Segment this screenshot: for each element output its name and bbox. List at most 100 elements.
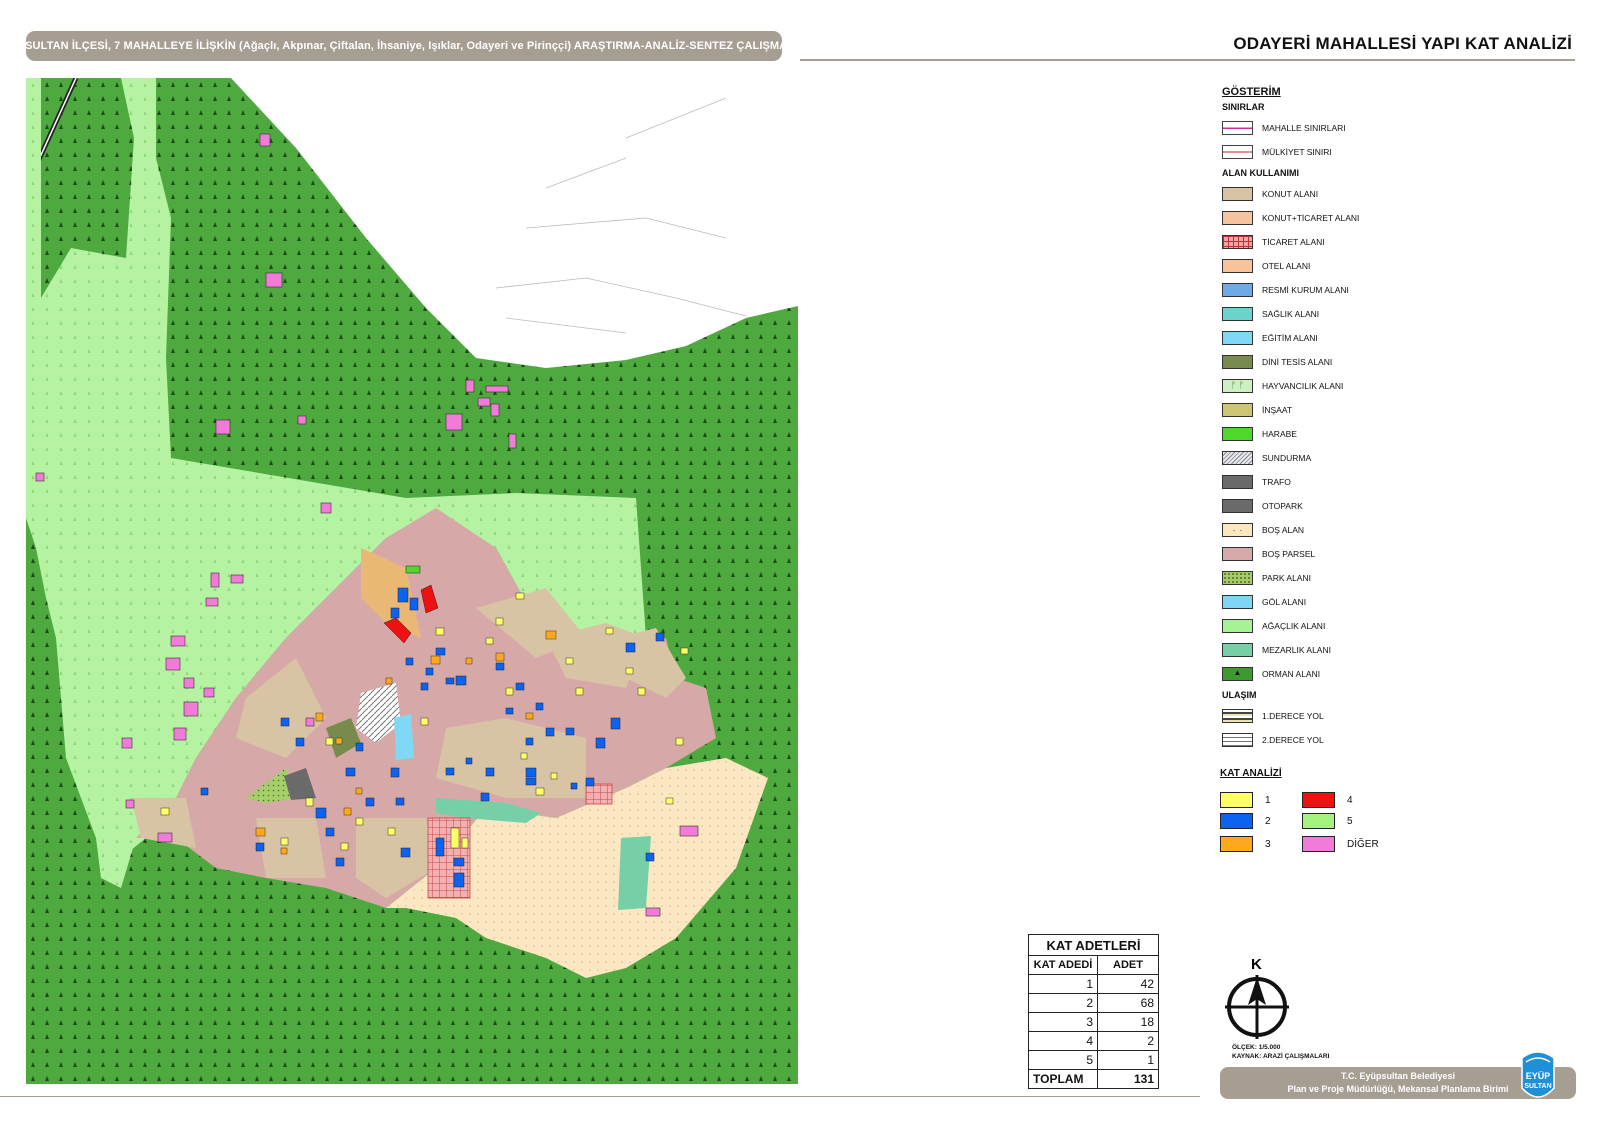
legend-swatch [1222, 121, 1253, 135]
legend-swatch [1222, 307, 1253, 321]
legend-item: . . BOŞ ALAN [1222, 518, 1462, 542]
kat-swatch [1302, 792, 1335, 808]
kat-label: 3 [1265, 838, 1271, 850]
kat-label: DİĞER [1347, 838, 1379, 850]
legend-swatch [1222, 355, 1253, 369]
legend-section-title: ULAŞIM [1222, 690, 1257, 700]
legend-section-title: ALAN KULLANIMI [1222, 168, 1299, 178]
legend-label: TRAFO [1262, 477, 1291, 487]
legend-item: İNŞAAT [1222, 398, 1462, 422]
kat-swatch [1302, 813, 1335, 829]
legend-item: MAHALLE SINIRLARI [1222, 116, 1462, 140]
legend-label: AĞAÇLIK ALANI [1262, 621, 1326, 631]
legend-section-title: SINIRLAR [1222, 102, 1265, 112]
legend: GÖSTERİM SINIRLAR MAHALLE SINIRLARI MÜLK… [1222, 86, 1462, 752]
kat-swatch [1220, 813, 1253, 829]
legend-item: EĞİTİM ALANI [1222, 326, 1462, 350]
legend-label: OTOPARK [1262, 501, 1303, 511]
logo-text-1: EYÜP [1526, 1071, 1551, 1081]
kat-analizi-legend: 1 2 3 4 5 DİĞER [1220, 792, 1420, 872]
legend-swatch [1222, 187, 1253, 201]
legend-label: SUNDURMA [1262, 453, 1312, 463]
legend-label: KONUT ALANI [1262, 189, 1319, 199]
legend-label: MEZARLIK ALANI [1262, 645, 1331, 655]
legend-item: GÖL ALANI [1222, 590, 1462, 614]
legend-swatch [1222, 733, 1253, 747]
legend-swatch [1222, 235, 1253, 249]
kat-item: 4 [1302, 792, 1353, 808]
legend-item: MEZARLIK ALANI [1222, 638, 1462, 662]
legend-label: ORMAN ALANI [1262, 669, 1321, 679]
table-row: 1 42 [1028, 974, 1159, 994]
cell-kat: 3 [1028, 1012, 1098, 1032]
cell-adet: 1 [1097, 1050, 1159, 1070]
cell-kat: 1 [1028, 974, 1098, 994]
legend-label: OTEL ALANI [1262, 261, 1311, 271]
eyupsultan-logo-icon: EYÜP SULTAN [1521, 1051, 1555, 1098]
legend-label: 1.DERECE YOL [1262, 711, 1324, 721]
legend-item: RESMİ KURUM ALANI [1222, 278, 1462, 302]
table-total-row: TOPLAM 131 [1028, 1069, 1159, 1089]
legend-swatch [1222, 211, 1253, 225]
north-letter: K [1251, 956, 1262, 973]
cell-adet: 42 [1097, 974, 1159, 994]
legend-item: SUNDURMA [1222, 446, 1462, 470]
cell-adet: 18 [1097, 1012, 1159, 1032]
kat-swatch [1220, 792, 1253, 808]
legend-swatch [1222, 403, 1253, 417]
legend-label: KONUT+TİCARET ALANI [1262, 213, 1360, 223]
logo-text-2: SULTAN [1524, 1083, 1551, 1090]
legend-label: RESMİ KURUM ALANI [1262, 285, 1349, 295]
legend-label: MAHALLE SINIRLARI [1262, 123, 1346, 133]
legend-swatch [1222, 499, 1253, 513]
table-row: 51 [1028, 1050, 1159, 1070]
legend-item: SAĞLIK ALANI [1222, 302, 1462, 326]
legend-item: 1.DERECE YOL [1222, 704, 1462, 728]
scale-text: ÖLÇEK: 1/5.000 [1232, 1044, 1281, 1051]
legend-item: KONUT+TİCARET ALANI [1222, 206, 1462, 230]
legend-item: KONUT ALANI [1222, 182, 1462, 206]
legend-label: SAĞLIK ALANI [1262, 309, 1320, 319]
legend-swatch [1222, 145, 1253, 159]
kat-label: 1 [1265, 794, 1271, 806]
legend-swatch [1222, 475, 1253, 489]
legend-label: EĞİTİM ALANI [1262, 333, 1318, 343]
legend-swatch [1222, 331, 1253, 345]
kat-label: 2 [1265, 815, 1271, 827]
kat-label: 4 [1347, 794, 1353, 806]
header-divider [800, 59, 1575, 61]
map-canvas[interactable] [26, 78, 798, 1084]
legend-item: BOŞ PARSEL [1222, 542, 1462, 566]
legend-swatch [1222, 547, 1253, 561]
legend-swatch [1222, 283, 1253, 297]
legend-label: PARK ALANI [1262, 573, 1311, 583]
egitim-area [394, 714, 414, 760]
legend-swatch: . . [1222, 523, 1253, 537]
kat-adetleri-table: KAT ADETLERİ KAT ADEDİ ADET 1 42 2 68 3 18 4… [1028, 934, 1159, 1089]
kat-item: 2 [1220, 813, 1271, 829]
cell-adet: 68 [1097, 993, 1159, 1013]
legend-item: HARABE [1222, 422, 1462, 446]
legend-swatch [1222, 571, 1253, 585]
legend-label: MÜLKİYET SINIRI [1262, 147, 1332, 157]
cell-adet: 2 [1097, 1031, 1159, 1051]
kat-item: DİĞER [1302, 836, 1379, 852]
kat-analizi-title: KAT ANALİZİ [1220, 768, 1282, 779]
total-value: 131 [1097, 1069, 1159, 1089]
legend-label: HARABE [1262, 429, 1297, 439]
north-arrow-icon: K [1225, 956, 1289, 1039]
legend-item: 2.DERECE YOL [1222, 728, 1462, 752]
legend-item: OTEL ALANI [1222, 254, 1462, 278]
legend-label: 2.DERECE YOL [1262, 735, 1324, 745]
legend-swatch [1222, 643, 1253, 657]
buildings-5-floor [405, 565, 421, 574]
header-left-title: EYÜPSULTAN İLÇESİ, 7 MAHALLEYE İLİŞKİN (… [0, 40, 814, 52]
kat-swatch [1302, 836, 1335, 852]
legend-label: İNŞAAT [1262, 405, 1293, 415]
legend-swatch [1222, 259, 1253, 273]
source-text: KAYNAK: ARAZİ ÇALIŞMALARI [1232, 1053, 1330, 1060]
cell-kat: 5 [1028, 1050, 1098, 1070]
legend-item: MÜLKİYET SINIRI [1222, 140, 1462, 164]
kat-item: 1 [1220, 792, 1271, 808]
legend-swatch [1222, 451, 1253, 465]
